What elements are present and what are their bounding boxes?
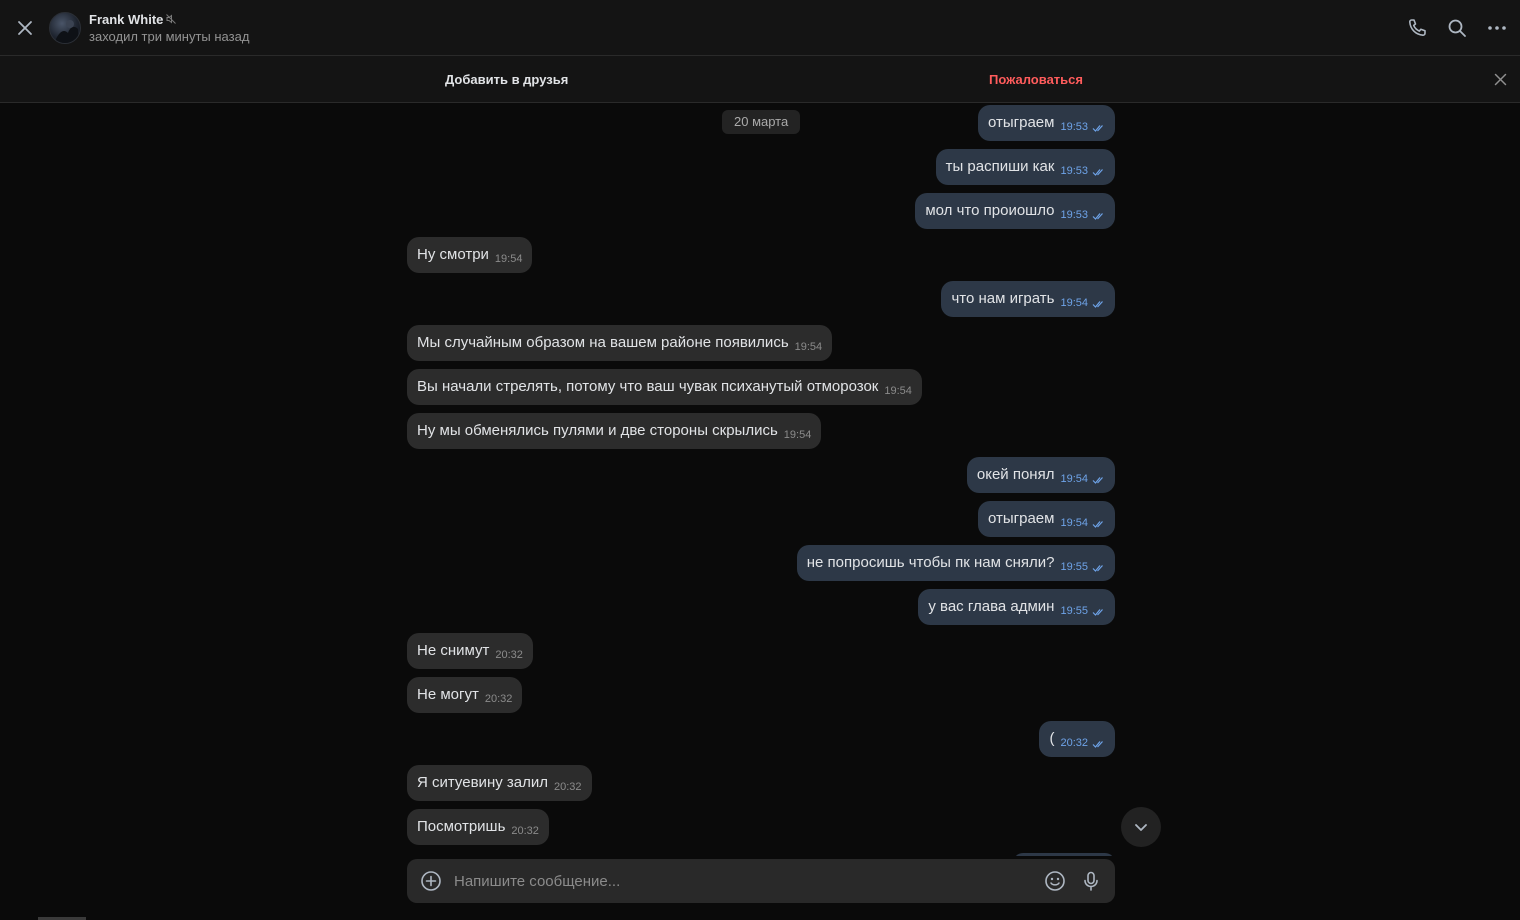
message-text: Я ситуевину залил [417, 774, 548, 791]
message-time: 19:54 [1060, 517, 1088, 529]
attach-plus-icon[interactable] [419, 869, 443, 893]
message-time: 20:32 [1060, 737, 1088, 749]
read-ticks-icon [1092, 521, 1103, 528]
message-text: Посмотришь [417, 818, 506, 835]
message-time: 19:55 [1060, 561, 1088, 573]
chevron-down-icon [1135, 824, 1147, 831]
more-icon[interactable] [1485, 16, 1509, 40]
scroll-to-bottom-button[interactable] [1121, 807, 1161, 847]
message-text: что нам играть [951, 290, 1055, 307]
message-incoming[interactable]: Я ситуевину залил 20:32 [407, 765, 592, 801]
stranger-actionbar: Добавить в друзья Пожаловаться [0, 56, 1520, 103]
message-time: 19:54 [783, 429, 812, 441]
message-text: у вас глава админ [928, 598, 1055, 615]
message-text: отыграем [987, 510, 1055, 527]
message-incoming[interactable]: Вы начали стрелять, потому что ваш чувак… [407, 369, 922, 405]
message-input[interactable] [454, 859, 1029, 903]
message-outgoing-partial[interactable] [1013, 853, 1115, 856]
read-ticks-icon [1092, 477, 1103, 484]
message-incoming[interactable]: Не могут 20:32 [407, 677, 523, 713]
message-time: 19:54 [794, 341, 823, 353]
peer-status: заходил три минуты назад [89, 29, 250, 44]
message-text: Мы случайным образом на вашем районе поя… [417, 334, 789, 351]
message-incoming[interactable]: Посмотришь 20:32 [407, 809, 549, 845]
message-time: 19:55 [1060, 605, 1088, 617]
message-time: 20:32 [511, 825, 539, 837]
message-incoming[interactable]: Ну смотри 19:54 [407, 237, 533, 273]
message-time: 20:32 [495, 649, 523, 661]
message-outgoing[interactable]: мол что проиошло 19:53 [915, 193, 1115, 229]
message-text: Вы начали стрелять, потому что ваш чувак… [417, 378, 879, 395]
message-outgoing[interactable]: ( 20:32 [1039, 721, 1115, 757]
message-composer [407, 859, 1115, 903]
message-incoming[interactable]: Не снимут 20:32 [407, 633, 533, 669]
message-text: отыграем [987, 114, 1055, 131]
read-ticks-icon [1092, 741, 1103, 748]
message-incoming[interactable]: Мы случайным образом на вашем районе поя… [407, 325, 833, 361]
peer-name[interactable]: Frank White [89, 12, 163, 27]
message-text: ( [1049, 730, 1055, 747]
read-ticks-icon [1092, 301, 1103, 308]
message-outgoing[interactable]: у вас глава админ 19:55 [918, 589, 1115, 625]
message-text: окей понял [976, 466, 1055, 483]
message-outgoing[interactable]: отыграем 19:54 [977, 501, 1115, 537]
microphone-icon[interactable] [1079, 869, 1103, 893]
read-ticks-icon [1092, 565, 1103, 572]
read-ticks-icon [1092, 213, 1103, 220]
message-outgoing[interactable]: окей понял 19:54 [966, 457, 1115, 493]
close-icon[interactable] [13, 16, 37, 40]
message-time: 19:53 [1060, 209, 1088, 221]
phone-icon[interactable] [1405, 16, 1429, 40]
close-icon[interactable] [1493, 72, 1508, 87]
read-ticks-icon [1092, 125, 1103, 132]
muted-icon [166, 14, 176, 24]
message-time: 19:53 [1060, 165, 1088, 177]
chat-header: Frank White заходил три минуты назад [0, 0, 1520, 56]
message-text: Не снимут [417, 642, 490, 659]
avatar[interactable] [49, 12, 81, 44]
message-time: 19:54 [1060, 297, 1088, 309]
report-button[interactable]: Пожаловаться [989, 56, 1083, 103]
message-text: Ну мы обменялись пулями и две стороны ск… [417, 422, 778, 439]
message-time: 19:54 [1060, 473, 1088, 485]
search-icon[interactable] [1445, 16, 1469, 40]
message-time: 20:32 [484, 693, 513, 705]
message-text: ты распиши как [945, 158, 1055, 175]
message-outgoing[interactable]: ты распиши как 19:53 [935, 149, 1115, 185]
message-time: 20:32 [554, 781, 582, 793]
message-outgoing[interactable]: не попросишь чтобы пк нам сняли? 19:55 [796, 545, 1115, 581]
message-text: мол что проиошло [925, 202, 1055, 219]
message-text: Ну смотри [417, 246, 489, 263]
add-friend-button[interactable]: Добавить в друзья [445, 56, 568, 103]
read-ticks-icon [1092, 169, 1103, 176]
emoji-icon[interactable] [1043, 869, 1067, 893]
message-text: Не могут [417, 686, 479, 703]
read-ticks-icon [1092, 609, 1103, 616]
message-text: не попросишь чтобы пк нам сняли? [806, 554, 1055, 571]
message-time: 19:54 [494, 253, 523, 265]
message-history[interactable]: 20 марта отыграем 19:53 ты распиши как 1… [0, 104, 1520, 856]
message-incoming[interactable]: Ну мы обменялись пулями и две стороны ск… [407, 413, 822, 449]
date-separator: 20 марта [722, 110, 801, 134]
message-outgoing[interactable]: что нам играть 19:54 [941, 281, 1115, 317]
message-time: 19:53 [1060, 121, 1088, 133]
message-time: 19:54 [884, 385, 912, 397]
message-outgoing[interactable]: отыграем 19:53 [977, 105, 1115, 141]
